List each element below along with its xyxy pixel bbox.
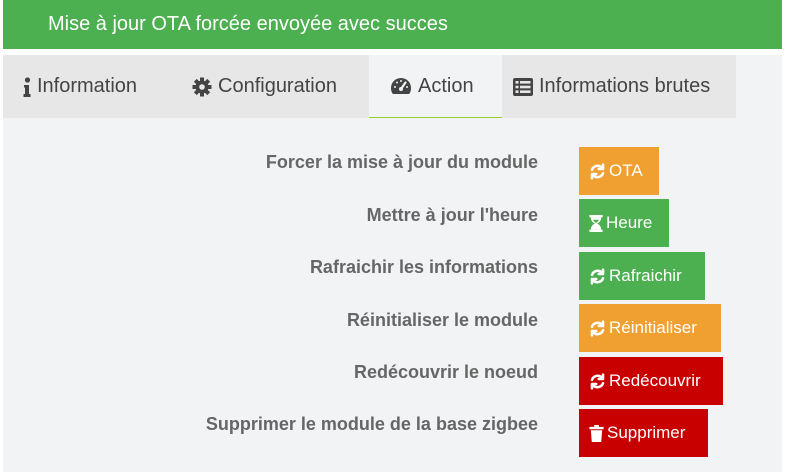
action-label: Forcer la mise à jour du module	[265, 152, 538, 172]
button-label: OTA	[609, 161, 643, 180]
button-label: Supprimer	[607, 423, 686, 442]
action-label: Réinitialiser le module	[346, 310, 538, 330]
tab-informations-brutes[interactable]: Informations brutes	[502, 55, 736, 118]
tab-action[interactable]: Action	[369, 55, 502, 118]
info-icon	[23, 76, 31, 97]
action-label: Mettre à jour l'heure	[366, 205, 538, 225]
action-label: Supprimer le module de la base zigbee	[205, 414, 538, 434]
tab-bar: Information Configuration Action Informa…	[3, 55, 782, 118]
button-label: Rafraichir	[609, 266, 682, 285]
tab-label: Information	[37, 75, 138, 97]
tab-label: Configuration	[218, 75, 337, 97]
gear-icon	[192, 77, 212, 97]
redecouvrir-button[interactable]: Redécouvrir	[579, 357, 723, 405]
supprimer-button[interactable]: Supprimer	[579, 409, 708, 457]
hourglass-icon	[589, 214, 603, 232]
refresh-icon	[589, 319, 606, 337]
trash-icon	[589, 424, 604, 442]
button-label: Redécouvrir	[609, 371, 701, 390]
ota-button[interactable]: OTA	[579, 147, 659, 195]
tab-configuration[interactable]: Configuration	[171, 55, 369, 118]
action-label: Redécouvrir le noeud	[353, 362, 538, 382]
tab-label: Informations brutes	[539, 75, 711, 97]
alert-message: Mise à jour OTA forcée envoyée avec succ…	[48, 13, 448, 35]
refresh-icon	[589, 162, 606, 180]
list-icon	[513, 77, 533, 96]
action-panel: Forcer la mise à jour du module OTA Mett…	[3, 118, 782, 472]
action-label: Rafraichir les informations	[309, 257, 538, 277]
reinitialiser-button[interactable]: Réinitialiser	[579, 304, 721, 352]
tab-information[interactable]: Information	[3, 55, 171, 118]
button-label: Réinitialiser	[609, 318, 697, 337]
heure-button[interactable]: Heure	[579, 199, 669, 247]
success-alert: Mise à jour OTA forcée envoyée avec succ…	[3, 0, 782, 49]
refresh-icon	[589, 372, 606, 390]
refresh-icon	[589, 267, 606, 285]
button-label: Heure	[606, 213, 653, 232]
tab-label: Action	[418, 74, 474, 97]
dashboard-icon	[390, 77, 412, 95]
rafraichir-button[interactable]: Rafraichir	[579, 252, 705, 300]
